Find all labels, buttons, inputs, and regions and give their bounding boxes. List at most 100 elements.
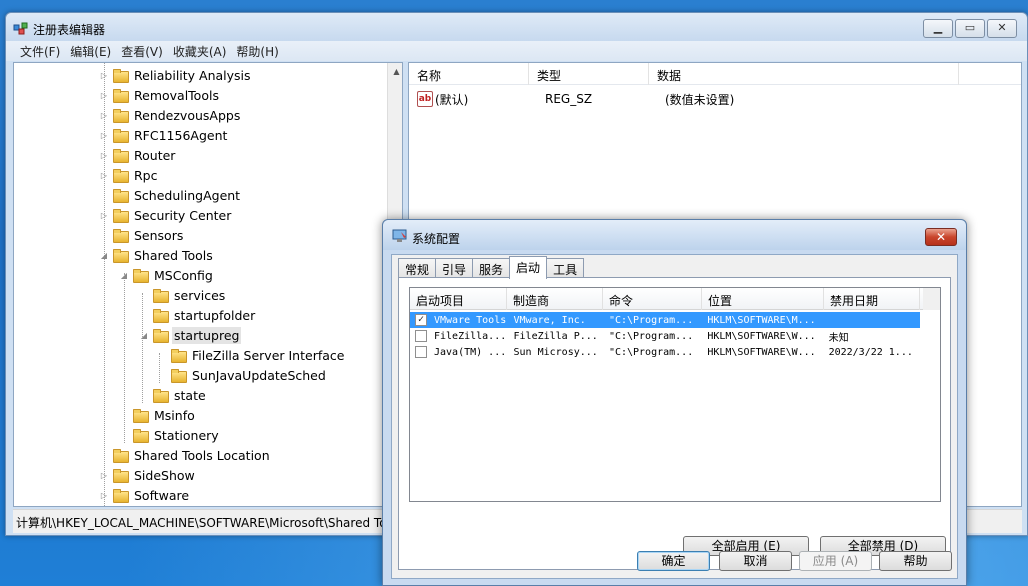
maximize-button[interactable]: ▭ — [955, 19, 985, 38]
startup-row[interactable]: Java(TM) ... Sun Microsy... "C:\Program...… — [410, 344, 920, 360]
startup-cell-loc: HKLM\SOFTWARE\W... — [707, 346, 816, 358]
tree-node[interactable]: ▷ Security Center — [100, 205, 233, 225]
expand-toggle-icon[interactable]: ▷ — [100, 111, 108, 120]
dialog-close-button[interactable]: ✕ — [925, 228, 957, 246]
tree-node-label: RendezvousApps — [134, 107, 241, 123]
menu-favorites[interactable]: 收藏夹(A) — [168, 41, 232, 61]
menu-edit[interactable]: 编辑(E) — [65, 41, 116, 61]
tree-node[interactable]: ▷ Router — [100, 145, 177, 165]
string-value-icon: ab — [417, 91, 433, 107]
help-button[interactable]: 帮助 — [879, 551, 952, 571]
tree-node[interactable]: SunJavaUpdateSched — [158, 365, 328, 385]
startup-checkbox[interactable]: ✓ — [415, 314, 427, 326]
startup-list-header: 启动项目 制造商 命令 位置 禁用日期 — [410, 288, 940, 310]
col-command[interactable]: 命令 — [603, 288, 702, 310]
tree-node[interactable]: services — [140, 285, 227, 305]
ok-button[interactable]: 确定 — [637, 551, 710, 571]
expand-toggle-icon[interactable]: ◢ — [100, 251, 108, 260]
startup-row[interactable]: FileZilla... FileZilla P... "C:\Program...… — [410, 328, 920, 344]
system-config-dialog: 系统配置 ✕ 常规 引导 服务 启动 工具 启动项目 制造商 命令 位置 禁用日… — [382, 219, 967, 586]
folder-icon — [112, 208, 129, 223]
startup-row[interactable]: ✓ VMware Tools VMware, Inc. "C:\Program... H… — [410, 312, 920, 328]
tree-node[interactable]: ▷ Software — [100, 485, 191, 505]
cancel-button[interactable]: 取消 — [719, 551, 792, 571]
expand-toggle-icon[interactable]: ▷ — [100, 131, 108, 140]
tree-node-label: Reliability Analysis — [134, 67, 251, 83]
minimize-button[interactable]: ▁ — [923, 19, 953, 38]
startup-cell-cmd: "C:\Program... — [608, 346, 694, 358]
folder-icon — [112, 248, 129, 263]
msconfig-app-icon — [392, 229, 407, 242]
expand-toggle-icon[interactable]: ◢ — [120, 271, 128, 280]
values-header: 名称 类型 数据 — [409, 63, 1021, 85]
tree-node[interactable]: Msinfo — [120, 405, 197, 425]
tree-node-label: startupfolder — [174, 307, 256, 323]
menu-help[interactable]: 帮助(H) — [231, 41, 283, 61]
col-startup-item[interactable]: 启动项目 — [410, 288, 507, 310]
value-row[interactable]: ab (默认) REG_SZ (数值未设置) — [409, 89, 857, 109]
tab-general[interactable]: 常规 — [398, 258, 437, 278]
tree-node-label: Msinfo — [154, 407, 195, 423]
col-type[interactable]: 类型 — [529, 63, 649, 85]
menu-view[interactable]: 查看(V) — [116, 41, 168, 61]
folder-icon — [112, 128, 129, 143]
col-location[interactable]: 位置 — [702, 288, 824, 310]
expand-toggle-icon[interactable]: ▷ — [100, 491, 108, 500]
value-type: REG_SZ — [545, 92, 593, 106]
expand-toggle-icon[interactable]: ▷ — [100, 471, 108, 480]
tree-node[interactable]: ▷ RemovalTools — [100, 85, 221, 105]
tree-node[interactable]: Stationery — [120, 425, 221, 445]
close-button[interactable]: ✕ — [987, 19, 1017, 38]
tab-services[interactable]: 服务 — [472, 258, 511, 278]
registry-titlebar[interactable]: 注册表编辑器 ▁ ▭ ✕ — [6, 13, 1027, 43]
startup-checkbox[interactable] — [415, 346, 427, 358]
expand-toggle-icon[interactable]: ▷ — [100, 151, 108, 160]
tree-node[interactable]: ▷ Reliability Analysis — [100, 65, 253, 85]
tab-boot[interactable]: 引导 — [435, 258, 474, 278]
folder-icon — [112, 88, 129, 103]
tab-tools[interactable]: 工具 — [546, 258, 585, 278]
tree-node[interactable]: ▷ RFC1156Agent — [100, 125, 229, 145]
startup-cell-item: VMware Tools — [434, 314, 507, 326]
folder-icon — [112, 108, 129, 123]
tree-node[interactable]: ▷ RendezvousApps — [100, 105, 242, 125]
tree-node[interactable]: startupfolder — [140, 305, 257, 325]
scroll-up-icon[interactable]: ▲ — [388, 63, 402, 80]
folder-icon — [112, 148, 129, 163]
expand-toggle-icon[interactable]: ▷ — [100, 91, 108, 100]
startup-cell-cmd: "C:\Program... — [608, 314, 694, 326]
tree-node-label: SchedulingAgent — [134, 187, 241, 203]
col-name[interactable]: 名称 — [409, 63, 529, 85]
tree-node-label: state — [174, 387, 206, 403]
expand-toggle-icon[interactable]: ◢ — [140, 331, 148, 340]
registry-tree[interactable]: ▲ ▷ Reliability Analysis ▷ RemovalTools ▷ Ren… — [13, 62, 403, 507]
startup-checkbox[interactable] — [415, 330, 427, 342]
expand-toggle-icon[interactable]: ▷ — [100, 71, 108, 80]
tree-node-label: Stationery — [154, 427, 219, 443]
close-icon: ✕ — [997, 21, 1007, 34]
folder-icon — [112, 168, 129, 183]
tree-node[interactable]: Sensors — [100, 225, 185, 245]
col-manufacturer[interactable]: 制造商 — [507, 288, 603, 310]
startup-items-list[interactable]: 启动项目 制造商 命令 位置 禁用日期 ✓ VMware Tools VMware,… — [409, 287, 941, 502]
tree-node[interactable]: ◢ MSConfig — [120, 265, 215, 285]
tree-node[interactable]: ▷ Rpc — [100, 165, 160, 185]
tree-node[interactable]: ◢ startupreg — [140, 325, 242, 345]
tree-node[interactable]: state — [140, 385, 208, 405]
expand-toggle-icon[interactable]: ▷ — [100, 171, 108, 180]
apply-button[interactable]: 应用 (A) — [799, 551, 872, 571]
tab-startup[interactable]: 启动 — [509, 256, 548, 279]
menu-bar: 文件(F) 编辑(E) 查看(V) 收藏夹(A) 帮助(H) — [6, 41, 1027, 61]
dialog-titlebar[interactable]: 系统配置 ✕ — [383, 220, 966, 250]
tree-node[interactable]: SchedulingAgent — [100, 185, 242, 205]
folder-icon — [112, 488, 129, 503]
dialog-body: 常规 引导 服务 启动 工具 启动项目 制造商 命令 位置 禁用日期 ✓ VMwa… — [391, 254, 958, 579]
tree-node[interactable]: ◢ Shared Tools — [100, 245, 215, 265]
tree-node[interactable]: Shared Tools Location — [100, 445, 272, 465]
col-date-disabled[interactable]: 禁用日期 — [824, 288, 920, 310]
expand-toggle-icon[interactable]: ▷ — [100, 211, 108, 220]
col-data[interactable]: 数据 — [649, 63, 959, 85]
tree-node[interactable]: ▷ SideShow — [100, 465, 197, 485]
menu-file[interactable]: 文件(F) — [15, 41, 65, 61]
tree-node[interactable]: FileZilla Server Interface — [158, 345, 346, 365]
